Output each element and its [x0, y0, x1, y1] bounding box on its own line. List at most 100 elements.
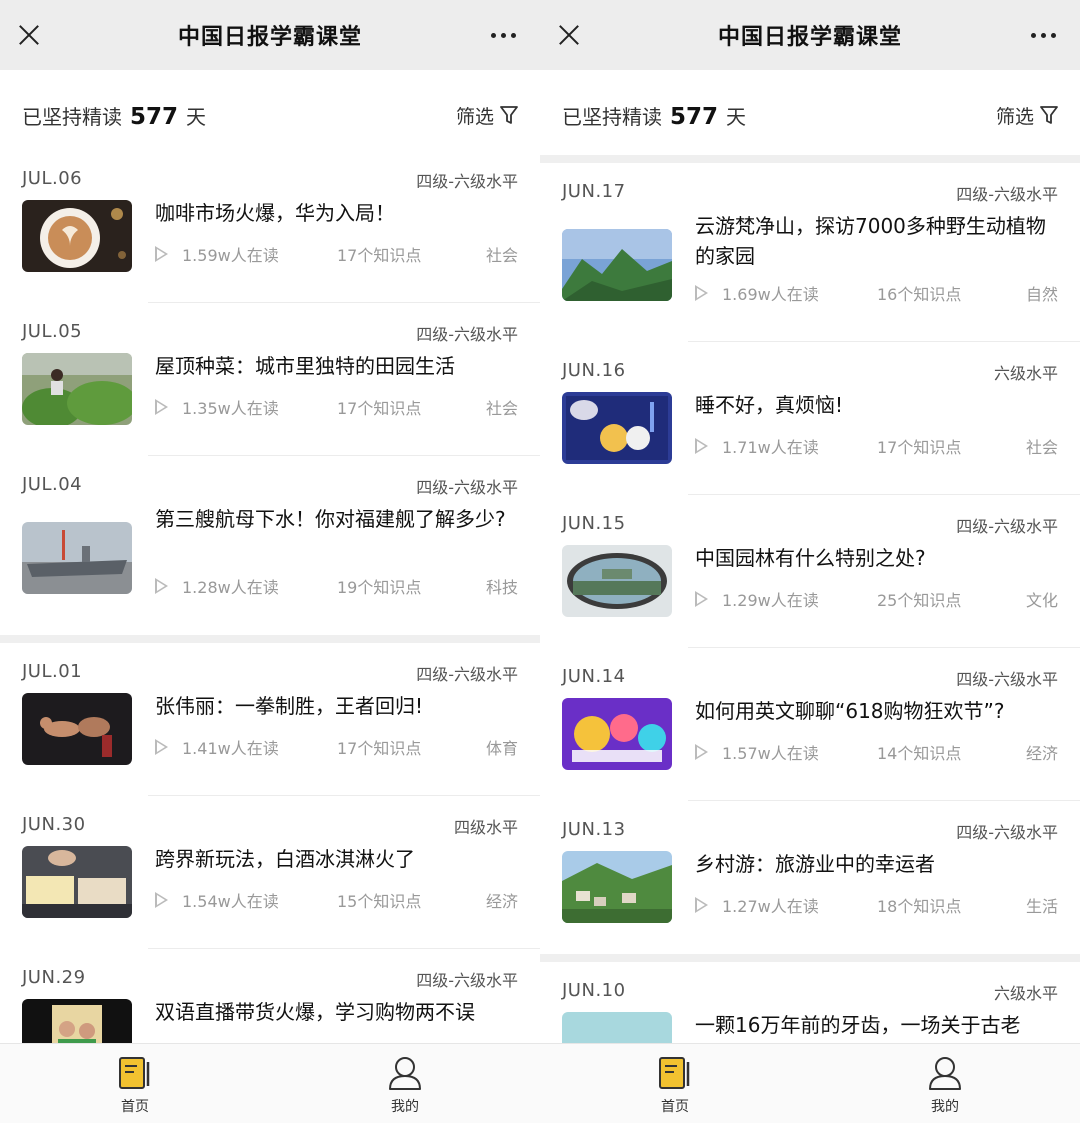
more-icon[interactable] [1031, 33, 1056, 38]
sleep-thumbnail[interactable] [562, 392, 672, 464]
readers-count: 1.54w人在读 [182, 892, 279, 911]
tab-home[interactable]: 首页 [95, 1054, 175, 1116]
article-title[interactable]: 一颗16万年前的牙齿，一场关于古老 [695, 1010, 1058, 1040]
page-title: 中国日报学霸课堂 [177, 25, 362, 50]
article-title[interactable]: 双语直播带货火爆，学习购物两不误 [155, 997, 518, 1027]
tab-mine[interactable]: 我的 [365, 1054, 445, 1116]
article-card[interactable]: JUN.30 四级水平 跨界新玩法，白酒冰淇淋火了 1.54w人在读 15个知识… [0, 796, 540, 949]
article-meta: 1.27w人在读 18个知识点 生活 [695, 893, 1058, 917]
streak-days: 577 [670, 103, 719, 130]
article-date: JUN.29 [22, 967, 86, 988]
book-icon [119, 1057, 150, 1089]
article-card[interactable]: JUN.17 四级-六级水平 云游梵净山，探访7000多种野生动植物的家园 1.… [540, 163, 1080, 342]
aircraft-carrier-thumbnail[interactable] [22, 522, 132, 594]
tab-home-label: 首页 [661, 1099, 689, 1115]
article-title[interactable]: 屋顶种菜：城市里独特的田园生活 [155, 351, 518, 381]
level-badge: 六级水平 [993, 364, 1058, 383]
rooftop-garden-thumbnail[interactable] [22, 353, 132, 425]
article-card[interactable]: JUL.04 四级-六级水平 第三艘航母下水！你对福建舰了解多少? 1.28w人… [0, 456, 540, 635]
level-badge: 四级-六级水平 [416, 665, 518, 684]
level-badge: 四级-六级水平 [956, 823, 1058, 842]
category-tag: 文化 [1025, 591, 1058, 610]
ice-cream-thumbnail[interactable] [22, 846, 132, 918]
article-card[interactable]: JUN.16 六级水平 睡不好，真烦恼! 1.71w人在读 17个知识点 社会 [540, 342, 1080, 495]
article-card[interactable]: JUL.05 四级-六级水平 屋顶种菜：城市里独特的田园生活 1.35w人在读 … [0, 303, 540, 456]
article-feed: JUL.06 四级-六级水平 咖啡市场火爆，华为入局！ 1.59w人在读 17个… [0, 150, 540, 1102]
article-title[interactable]: 中国园林有什么特别之处? [695, 543, 1058, 573]
play-icon [695, 591, 708, 607]
section-gap [0, 635, 540, 643]
filter-button[interactable]: 筛选 [996, 102, 1058, 129]
streak-prefix: 已坚持精读 [22, 104, 122, 129]
streak-suffix: 天 [186, 104, 207, 129]
article-title[interactable]: 跨界新玩法，白酒冰淇淋火了 [155, 844, 518, 874]
article-date: JUN.30 [22, 814, 86, 835]
tab-mine-label: 我的 [931, 1099, 959, 1115]
article-meta: 1.59w人在读 17个知识点 社会 [155, 242, 518, 266]
article-title[interactable]: 睡不好，真烦恼! [695, 390, 1058, 420]
article-title[interactable]: 咖啡市场火爆，华为入局！ [155, 198, 518, 228]
category-tag: 科技 [485, 578, 518, 597]
filter-button[interactable]: 筛选 [456, 102, 518, 129]
section-gap [540, 954, 1080, 962]
mountain-thumbnail[interactable] [562, 229, 672, 301]
article-card[interactable]: JUL.06 四级-六级水平 咖啡市场火爆，华为入局！ 1.59w人在读 17个… [0, 150, 540, 303]
article-meta: 1.41w人在读 17个知识点 体育 [155, 735, 518, 759]
article-title[interactable]: 乡村游：旅游业中的幸运者 [695, 849, 1058, 879]
filter-icon [1040, 106, 1058, 124]
tab-mine[interactable]: 我的 [905, 1054, 985, 1116]
category-tag: 自然 [1025, 285, 1058, 304]
article-card[interactable]: JUN.15 四级-六级水平 中国园林有什么特别之处? 1.29w人在读 25个… [540, 495, 1080, 648]
category-tag: 经济 [485, 892, 518, 911]
streak-days: 577 [130, 103, 179, 130]
article-card[interactable]: JUN.14 四级-六级水平 如何用英文聊聊“618购物狂欢节”? 1.57w人… [540, 648, 1080, 801]
knowledge-points: 14个知识点 [877, 744, 962, 763]
tab-bar: 首页 我的 [540, 1043, 1080, 1123]
article-title[interactable]: 第三艘航母下水！你对福建舰了解多少? [155, 504, 518, 534]
left-screen: 中国日报学霸课堂 已坚持精读 577 天 筛选 JUL.06 四级-六级水平 咖… [0, 0, 540, 1123]
knowledge-points: 16个知识点 [877, 285, 962, 304]
level-badge: 四级水平 [453, 818, 518, 837]
shopping-618-thumbnail[interactable] [562, 698, 672, 770]
category-tag: 经济 [1025, 744, 1058, 763]
tab-home-label: 首页 [121, 1099, 149, 1115]
close-icon[interactable] [16, 22, 42, 48]
article-feed: JUN.17 四级-六级水平 云游梵净山，探访7000多种野生动植物的家园 1.… [540, 155, 1080, 1115]
readers-count: 1.35w人在读 [182, 399, 279, 418]
tab-bar: 首页 我的 [0, 1043, 540, 1123]
tab-mine-label: 我的 [391, 1099, 419, 1115]
top-bar: 中国日报学霸课堂 [0, 0, 540, 70]
mma-fight-thumbnail[interactable] [22, 693, 132, 765]
article-title[interactable]: 云游梵净山，探访7000多种野生动植物的家园 [695, 211, 1058, 271]
article-date: JUL.04 [22, 474, 83, 495]
level-badge: 四级-六级水平 [416, 172, 518, 191]
play-icon [695, 744, 708, 760]
knowledge-points: 17个知识点 [877, 438, 962, 457]
close-icon[interactable] [556, 22, 582, 48]
article-title[interactable]: 张伟丽：一拳制胜，王者回归! [155, 691, 518, 721]
user-icon [389, 1057, 421, 1090]
article-card[interactable]: JUN.13 四级-六级水平 乡村游：旅游业中的幸运者 1.27w人在读 18个… [540, 801, 1080, 954]
article-title[interactable]: 如何用英文聊聊“618购物狂欢节”? [695, 696, 1058, 726]
category-tag: 社会 [485, 399, 518, 418]
play-icon [155, 892, 168, 908]
knowledge-points: 18个知识点 [877, 897, 962, 916]
village-thumbnail[interactable] [562, 851, 672, 923]
streak-prefix: 已坚持精读 [562, 104, 662, 129]
coffee-latte-thumbnail[interactable] [22, 200, 132, 272]
knowledge-points: 17个知识点 [337, 399, 422, 418]
article-card[interactable]: JUL.01 四级-六级水平 张伟丽：一拳制胜，王者回归! 1.41w人在读 1… [0, 643, 540, 796]
more-icon[interactable] [491, 33, 516, 38]
article-date: JUL.01 [22, 661, 83, 682]
article-meta: 1.54w人在读 15个知识点 经济 [155, 888, 518, 912]
article-meta: 1.28w人在读 19个知识点 科技 [155, 574, 518, 598]
user-icon [929, 1057, 961, 1090]
tab-home[interactable]: 首页 [635, 1054, 715, 1116]
streak-bar: 已坚持精读 577 天 筛选 [0, 70, 540, 160]
garden-window-thumbnail[interactable] [562, 545, 672, 617]
play-icon [155, 246, 168, 262]
streak-suffix: 天 [726, 104, 747, 129]
article-date: JUN.15 [562, 513, 626, 534]
filter-label: 筛选 [995, 105, 1034, 128]
article-meta: 1.69w人在读 16个知识点 自然 [695, 281, 1058, 305]
